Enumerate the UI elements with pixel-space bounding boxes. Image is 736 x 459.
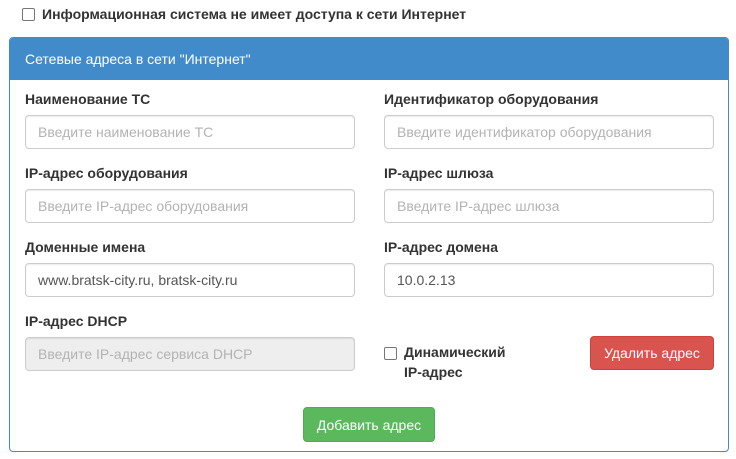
ts-name-label: Наименование ТС xyxy=(25,91,151,107)
dynamic-ip-label: Динамический IP-адрес xyxy=(404,344,506,380)
panel-heading: Сетевые адреса в сети "Интернет" xyxy=(10,38,728,80)
panel-body: Наименование ТС Идентификатор оборудован… xyxy=(10,80,728,451)
no-internet-option[interactable]: Информационная система не имеет доступа … xyxy=(22,4,466,24)
gateway-ip-label: IP-адрес шлюза xyxy=(384,165,494,181)
ts-name-input[interactable] xyxy=(25,115,355,149)
domain-ip-label: IP-адрес домена xyxy=(384,239,499,255)
dynamic-ip-option[interactable]: Динамический IP-адрес xyxy=(384,342,524,382)
equipment-ip-label: IP-адрес оборудования xyxy=(25,165,188,181)
add-address-button[interactable]: Добавить адрес xyxy=(303,407,435,442)
dynamic-ip-checkbox[interactable] xyxy=(384,347,397,360)
domain-names-label: Доменные имена xyxy=(25,239,146,255)
panel-title: Сетевые адреса в сети "Интернет" xyxy=(25,51,251,67)
equipment-id-input[interactable] xyxy=(384,115,714,149)
gateway-ip-input[interactable] xyxy=(384,189,714,223)
domain-names-input[interactable] xyxy=(25,263,355,297)
no-internet-label: Информационная система не имеет доступа … xyxy=(42,6,467,22)
dhcp-ip-label: IP-адрес DHCP xyxy=(25,313,128,329)
delete-address-button[interactable]: Удалить адрес xyxy=(590,336,714,370)
domain-ip-input[interactable] xyxy=(384,263,714,297)
equipment-ip-input[interactable] xyxy=(25,189,355,223)
equipment-id-label: Идентификатор оборудования xyxy=(384,91,599,107)
network-addresses-panel: Сетевые адреса в сети "Интернет" Наимено… xyxy=(9,37,729,452)
dhcp-ip-input[interactable] xyxy=(25,337,355,371)
no-internet-checkbox[interactable] xyxy=(22,7,35,21)
